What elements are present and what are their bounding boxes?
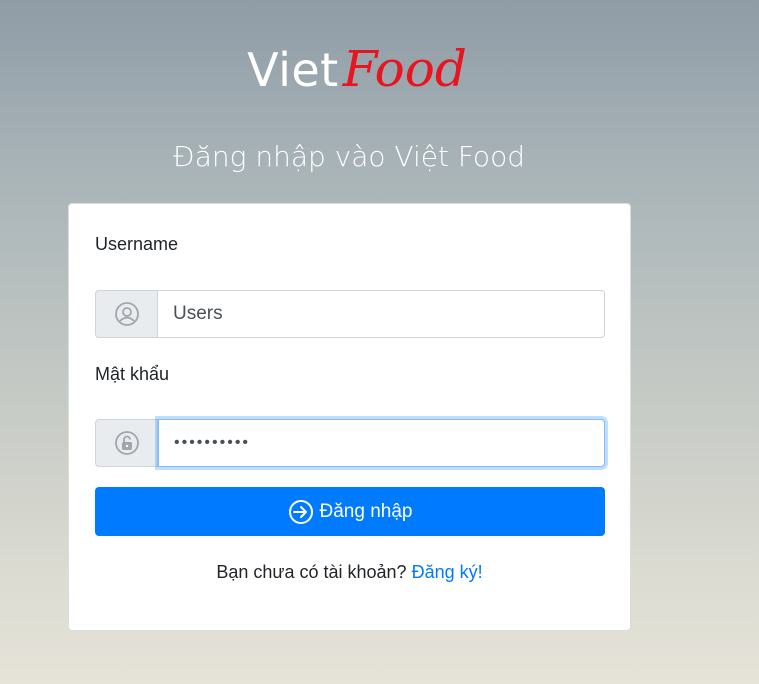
register-prompt: Bạn chưa có tài khoản? Đăng ký! <box>69 562 630 583</box>
site-logo: VietFood <box>0 40 714 98</box>
password-input-group <box>95 419 605 467</box>
password-label: Mật khẩu <box>95 364 170 384</box>
username-label: Username <box>95 234 179 254</box>
password-input[interactable] <box>158 419 605 467</box>
page-title: Đăng nhập vào Việt Food <box>173 140 525 173</box>
logo-text-viet: Viet <box>247 43 339 97</box>
login-button-label: Đăng nhập <box>319 500 413 522</box>
login-card: Username Mật khẩu Đăng nhập <box>68 203 631 631</box>
login-button[interactable]: Đăng nhập <box>95 487 605 536</box>
sign-in-icon <box>288 499 313 524</box>
username-input[interactable] <box>158 290 605 338</box>
register-prompt-text: Bạn chưa có tài khoản? <box>216 562 407 582</box>
username-input-group <box>95 290 605 338</box>
lock-icon <box>95 419 158 467</box>
logo-text-food: Food <box>342 40 467 98</box>
register-link[interactable]: Đăng ký! <box>412 562 483 582</box>
user-circle-icon <box>95 290 158 338</box>
